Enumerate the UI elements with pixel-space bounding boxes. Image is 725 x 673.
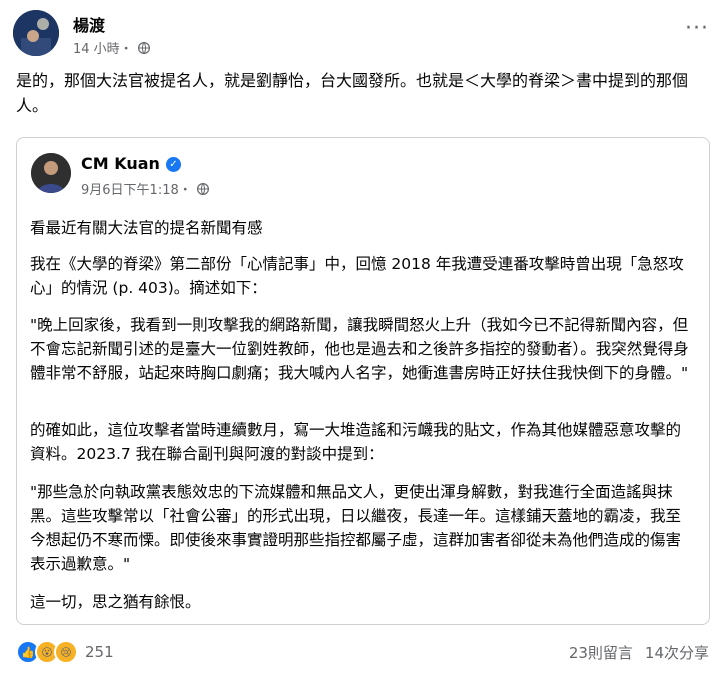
reactions-summary[interactable]: 👍 😮 😢 251	[16, 640, 114, 664]
shares-count[interactable]: 14次分享	[645, 642, 709, 663]
verified-badge-icon: ✓	[165, 157, 181, 172]
shared-paragraph: 這一切，思之猶有餘恨。	[30, 593, 201, 611]
comments-count[interactable]: 23則留言	[569, 642, 633, 663]
post-meta: 14 小時・	[73, 38, 150, 57]
shared-paragraph: 我在《大學的脊梁》第二部份「心情記事」中，回憶 2018 年我遭受連番攻擊時曾出…	[30, 255, 684, 297]
author-avatar[interactable]	[13, 10, 59, 56]
reaction-count: 251	[85, 643, 114, 661]
globe-icon	[137, 41, 150, 54]
shared-author-avatar[interactable]	[31, 153, 71, 193]
shared-paragraph: 的確如此，這位攻擊者當時連續數月，寫一大堆造謠和污衊我的貼文，作為其他媒體惡意攻…	[30, 421, 682, 463]
more-options-icon[interactable]: ···	[685, 18, 709, 40]
shared-author-name[interactable]: CM Kuan ✓	[81, 154, 181, 173]
shared-paragraph: "晚上回家後，我看到一則攻擊我的網路新聞，讓我瞬間怒火上升（我如今已不記得新聞內…	[30, 316, 689, 382]
globe-icon	[196, 182, 209, 195]
author-name[interactable]: 楊渡	[73, 12, 105, 36]
shared-paragraph: "那些急於向執政黨表態效忠的下流媒體和無品文人，更使出渾身解數，對我進行全面造謠…	[30, 483, 682, 573]
post-time[interactable]: 14 小時・	[73, 38, 133, 57]
sad-reaction-icon: 😢	[54, 640, 78, 664]
post-footer: 👍 😮 😢 251 23則留言 14次分享	[16, 638, 709, 666]
shared-paragraph: 看最近有關大法官的提名新聞有感	[30, 219, 263, 237]
shared-post-meta: 9月6日下午1:18・	[81, 179, 209, 198]
shared-post-time[interactable]: 9月6日下午1:18・	[81, 179, 192, 198]
post-text: 是的，那個大法官被提名人，就是劉靜怡，台大國發所。也就是＜大學的脊梁＞書中提到的…	[16, 71, 689, 115]
